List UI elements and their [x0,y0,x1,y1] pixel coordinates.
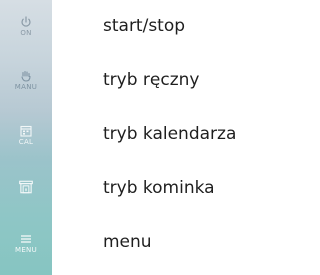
calendar-icon [20,125,32,137]
fireplace-mode-button[interactable] [0,165,52,209]
start-stop-label: start/stop [103,16,186,36]
manual-mode-button[interactable]: MANU [0,58,52,102]
menu-button[interactable]: MENU [0,221,52,265]
menu-abbr: MENU [14,245,38,254]
menu-label: menu [103,232,152,252]
calendar-mode-abbr: CAL [18,137,34,146]
hand-icon [21,70,31,82]
manual-mode-label: tryb ręczny [103,70,200,90]
fireplace-mode-label: tryb kominka [103,178,215,198]
start-stop-abbr: ON [20,28,32,37]
mode-sidebar: ON MANU CAL MENU [0,0,52,275]
calendar-mode-label: tryb kalendarza [103,124,237,144]
menu-icon [21,234,31,243]
fireplace-icon [19,180,33,193]
manual-mode-abbr: MANU [14,82,38,91]
start-stop-button[interactable]: ON [0,4,52,48]
power-icon [21,15,31,27]
calendar-mode-button[interactable]: CAL [0,113,52,157]
